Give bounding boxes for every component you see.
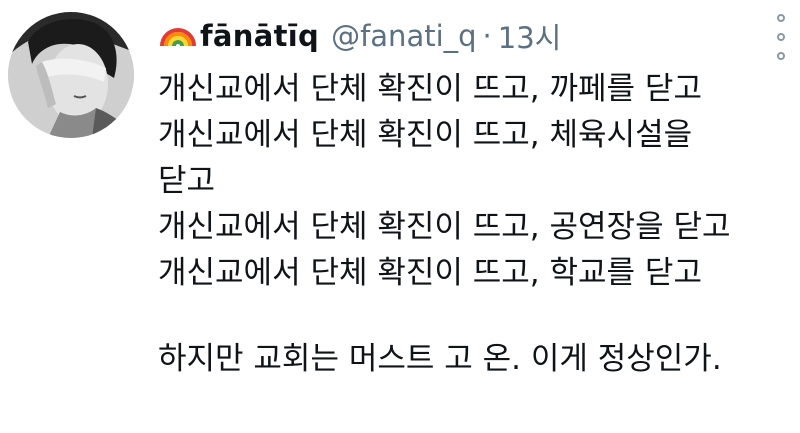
rainbow-icon (160, 28, 196, 47)
tweet-text-line: 개신교에서 단체 확진이 뜨고, 까페를 닫고 (158, 71, 702, 107)
tweet-text-line: 개신교에서 단체 확진이 뜨고, 체육시설을 (158, 117, 693, 153)
more-options-icon[interactable] (768, 14, 794, 60)
tweet-text: 개신교에서 단체 확진이 뜨고, 까페를 닫고 개신교에서 단체 확진이 뜨고,… (158, 66, 798, 382)
avatar[interactable] (8, 12, 134, 138)
tweet-text-line: 하지만 교회는 머스트 고 온. 이게 정상인가. (158, 341, 722, 377)
tweet: fānātīq @fanati_q · 13시 개신교에서 단체 확진이 뜨고,… (0, 0, 800, 433)
tweet-text-line: 닫고 (158, 163, 216, 199)
tweet-header: fānātīq @fanati_q · 13시 (158, 14, 561, 58)
author-handle[interactable]: @fanati_q (331, 19, 476, 53)
tweet-text-line: 개신교에서 단체 확진이 뜨고, 공연장을 닫고 (158, 209, 731, 245)
header-separator: · (482, 19, 492, 53)
profile-photo (8, 12, 134, 138)
author-display-name[interactable]: fānātīq (200, 19, 319, 53)
tweet-timestamp[interactable]: 13시 (498, 15, 562, 57)
tweet-text-line: 개신교에서 단체 확진이 뜨고, 학교를 닫고 (158, 255, 702, 291)
